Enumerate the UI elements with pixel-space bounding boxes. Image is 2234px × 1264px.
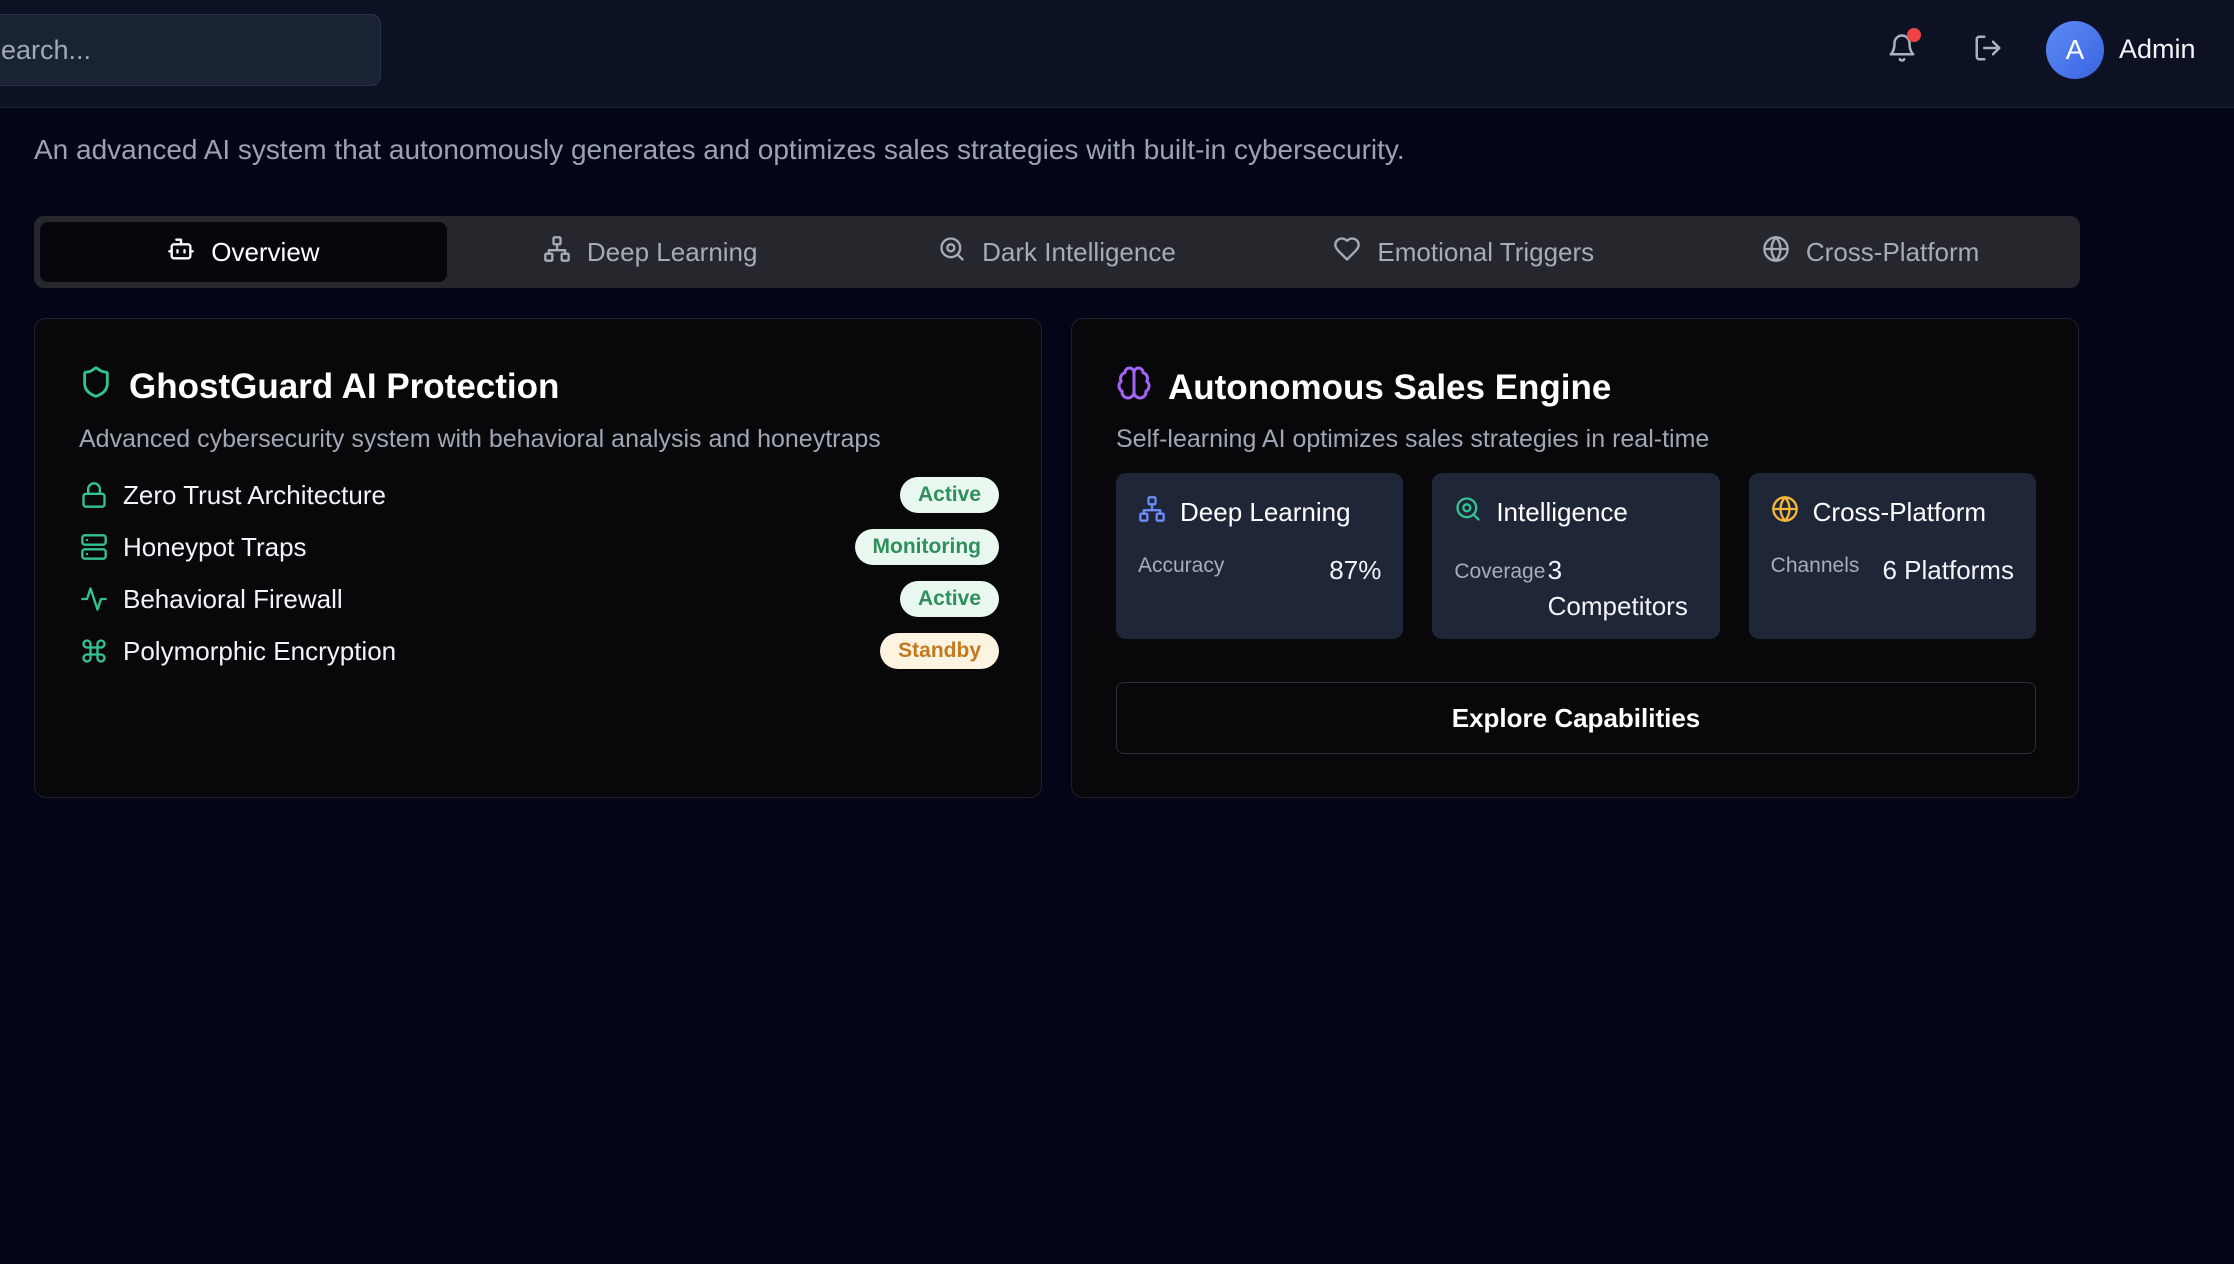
stat-value: 6 Platforms <box>1882 555 2014 585</box>
notifications-button[interactable] <box>1874 22 1930 78</box>
tab-emotional-triggers[interactable]: Emotional Triggers <box>1260 222 1667 282</box>
list-item: Honeypot Traps Monitoring <box>79 521 999 573</box>
tab-cross-platform[interactable]: Cross-Platform <box>1667 222 2074 282</box>
card-description: Advanced cybersecurity system with behav… <box>79 425 881 453</box>
search-input[interactable] <box>1 34 380 66</box>
feature-label: Behavioral Firewall <box>123 583 343 614</box>
tab-label: Emotional Triggers <box>1377 236 1595 267</box>
status-badge: Active <box>899 581 999 617</box>
avatar[interactable]: A <box>2046 21 2104 79</box>
stat-title: Intelligence <box>1496 497 1628 527</box>
card-title: GhostGuard AI Protection <box>79 365 559 408</box>
list-item: Behavioral Firewall Active <box>79 573 999 625</box>
stat-card-intelligence: Intelligence Coverage 3 Competitors <box>1432 473 1720 639</box>
network-icon <box>1138 495 1166 530</box>
card-title-text: GhostGuard AI Protection <box>129 366 560 406</box>
status-badge: Monitoring <box>854 529 999 565</box>
page-subtitle: An advanced AI system that autonomously … <box>34 134 1405 165</box>
tab-label: Overview <box>211 236 320 267</box>
globe-icon <box>1771 495 1799 530</box>
stat-key: Accuracy <box>1138 554 1225 577</box>
search-box[interactable] <box>0 14 381 86</box>
brain-icon <box>1116 365 1152 410</box>
shield-icon <box>79 365 113 408</box>
stat-key: Channels <box>1770 554 1860 577</box>
search-scan-icon <box>1454 495 1482 530</box>
stat-value: 87% <box>1329 555 1382 585</box>
tab-label: Deep Learning <box>586 236 758 267</box>
lock-icon <box>79 480 109 510</box>
stat-value: 3 Competitors <box>1547 555 1688 622</box>
status-badge: Standby <box>880 633 999 669</box>
robot-icon <box>167 235 195 270</box>
protection-card: GhostGuard AI Protection Advanced cybers… <box>34 318 1042 798</box>
network-icon <box>543 235 571 270</box>
stat-title: Cross-Platform <box>1812 497 1987 527</box>
list-item: Polymorphic Encryption Standby <box>79 625 999 677</box>
stat-key: Coverage <box>1454 560 1546 583</box>
tab-dark-intelligence[interactable]: Dark Intelligence <box>854 222 1261 282</box>
stat-card-deep-learning: Deep Learning Accuracy 87% <box>1116 473 1404 639</box>
card-title: Autonomous Sales Engine <box>1116 365 1611 410</box>
tab-overview[interactable]: Overview <box>40 222 447 282</box>
globe-icon <box>1762 235 1790 270</box>
card-title-text: Autonomous Sales Engine <box>1168 367 1612 407</box>
stat-grid: Deep Learning Accuracy 87% Intelligence <box>1116 473 2036 639</box>
heart-icon <box>1333 235 1361 270</box>
command-icon <box>79 636 109 666</box>
feature-label: Honeypot Traps <box>123 531 307 562</box>
app-page: An advanced AI system that autonomously … <box>0 0 2234 1264</box>
feature-label: Zero Trust Architecture <box>123 479 386 510</box>
tab-label: Cross-Platform <box>1805 236 1980 267</box>
list-item: Zero Trust Architecture Active <box>79 469 999 521</box>
card-description: Self-learning AI optimizes sales strateg… <box>1116 425 1710 453</box>
sales-engine-card: Autonomous Sales Engine Self-learning AI… <box>1071 318 2079 798</box>
main-content: An advanced AI system that autonomously … <box>0 0 2234 1264</box>
stat-title: Deep Learning <box>1180 497 1351 527</box>
logout-icon <box>1973 33 2003 68</box>
stat-card-cross-platform: Cross-Platform Channels 6 Platforms <box>1748 473 2036 639</box>
tab-label: Dark Intelligence <box>982 236 1176 267</box>
tab-bar: Overview Deep Learning Dark Intelligence… <box>34 216 2080 288</box>
search-scan-icon <box>938 235 966 270</box>
user-name[interactable]: Admin <box>2119 34 2196 65</box>
explore-capabilities-button[interactable]: Explore Capabilities <box>1116 682 2036 754</box>
top-header: A Admin <box>0 0 2234 108</box>
activity-icon <box>79 584 109 614</box>
logout-button[interactable] <box>1960 22 2016 78</box>
status-badge: Active <box>899 477 999 513</box>
feature-list: Zero Trust Architecture Active Honeypot … <box>79 469 999 677</box>
tab-deep-learning[interactable]: Deep Learning <box>447 222 854 282</box>
notification-dot <box>1907 28 1921 42</box>
server-icon <box>79 532 109 562</box>
feature-label: Polymorphic Encryption <box>123 635 397 666</box>
